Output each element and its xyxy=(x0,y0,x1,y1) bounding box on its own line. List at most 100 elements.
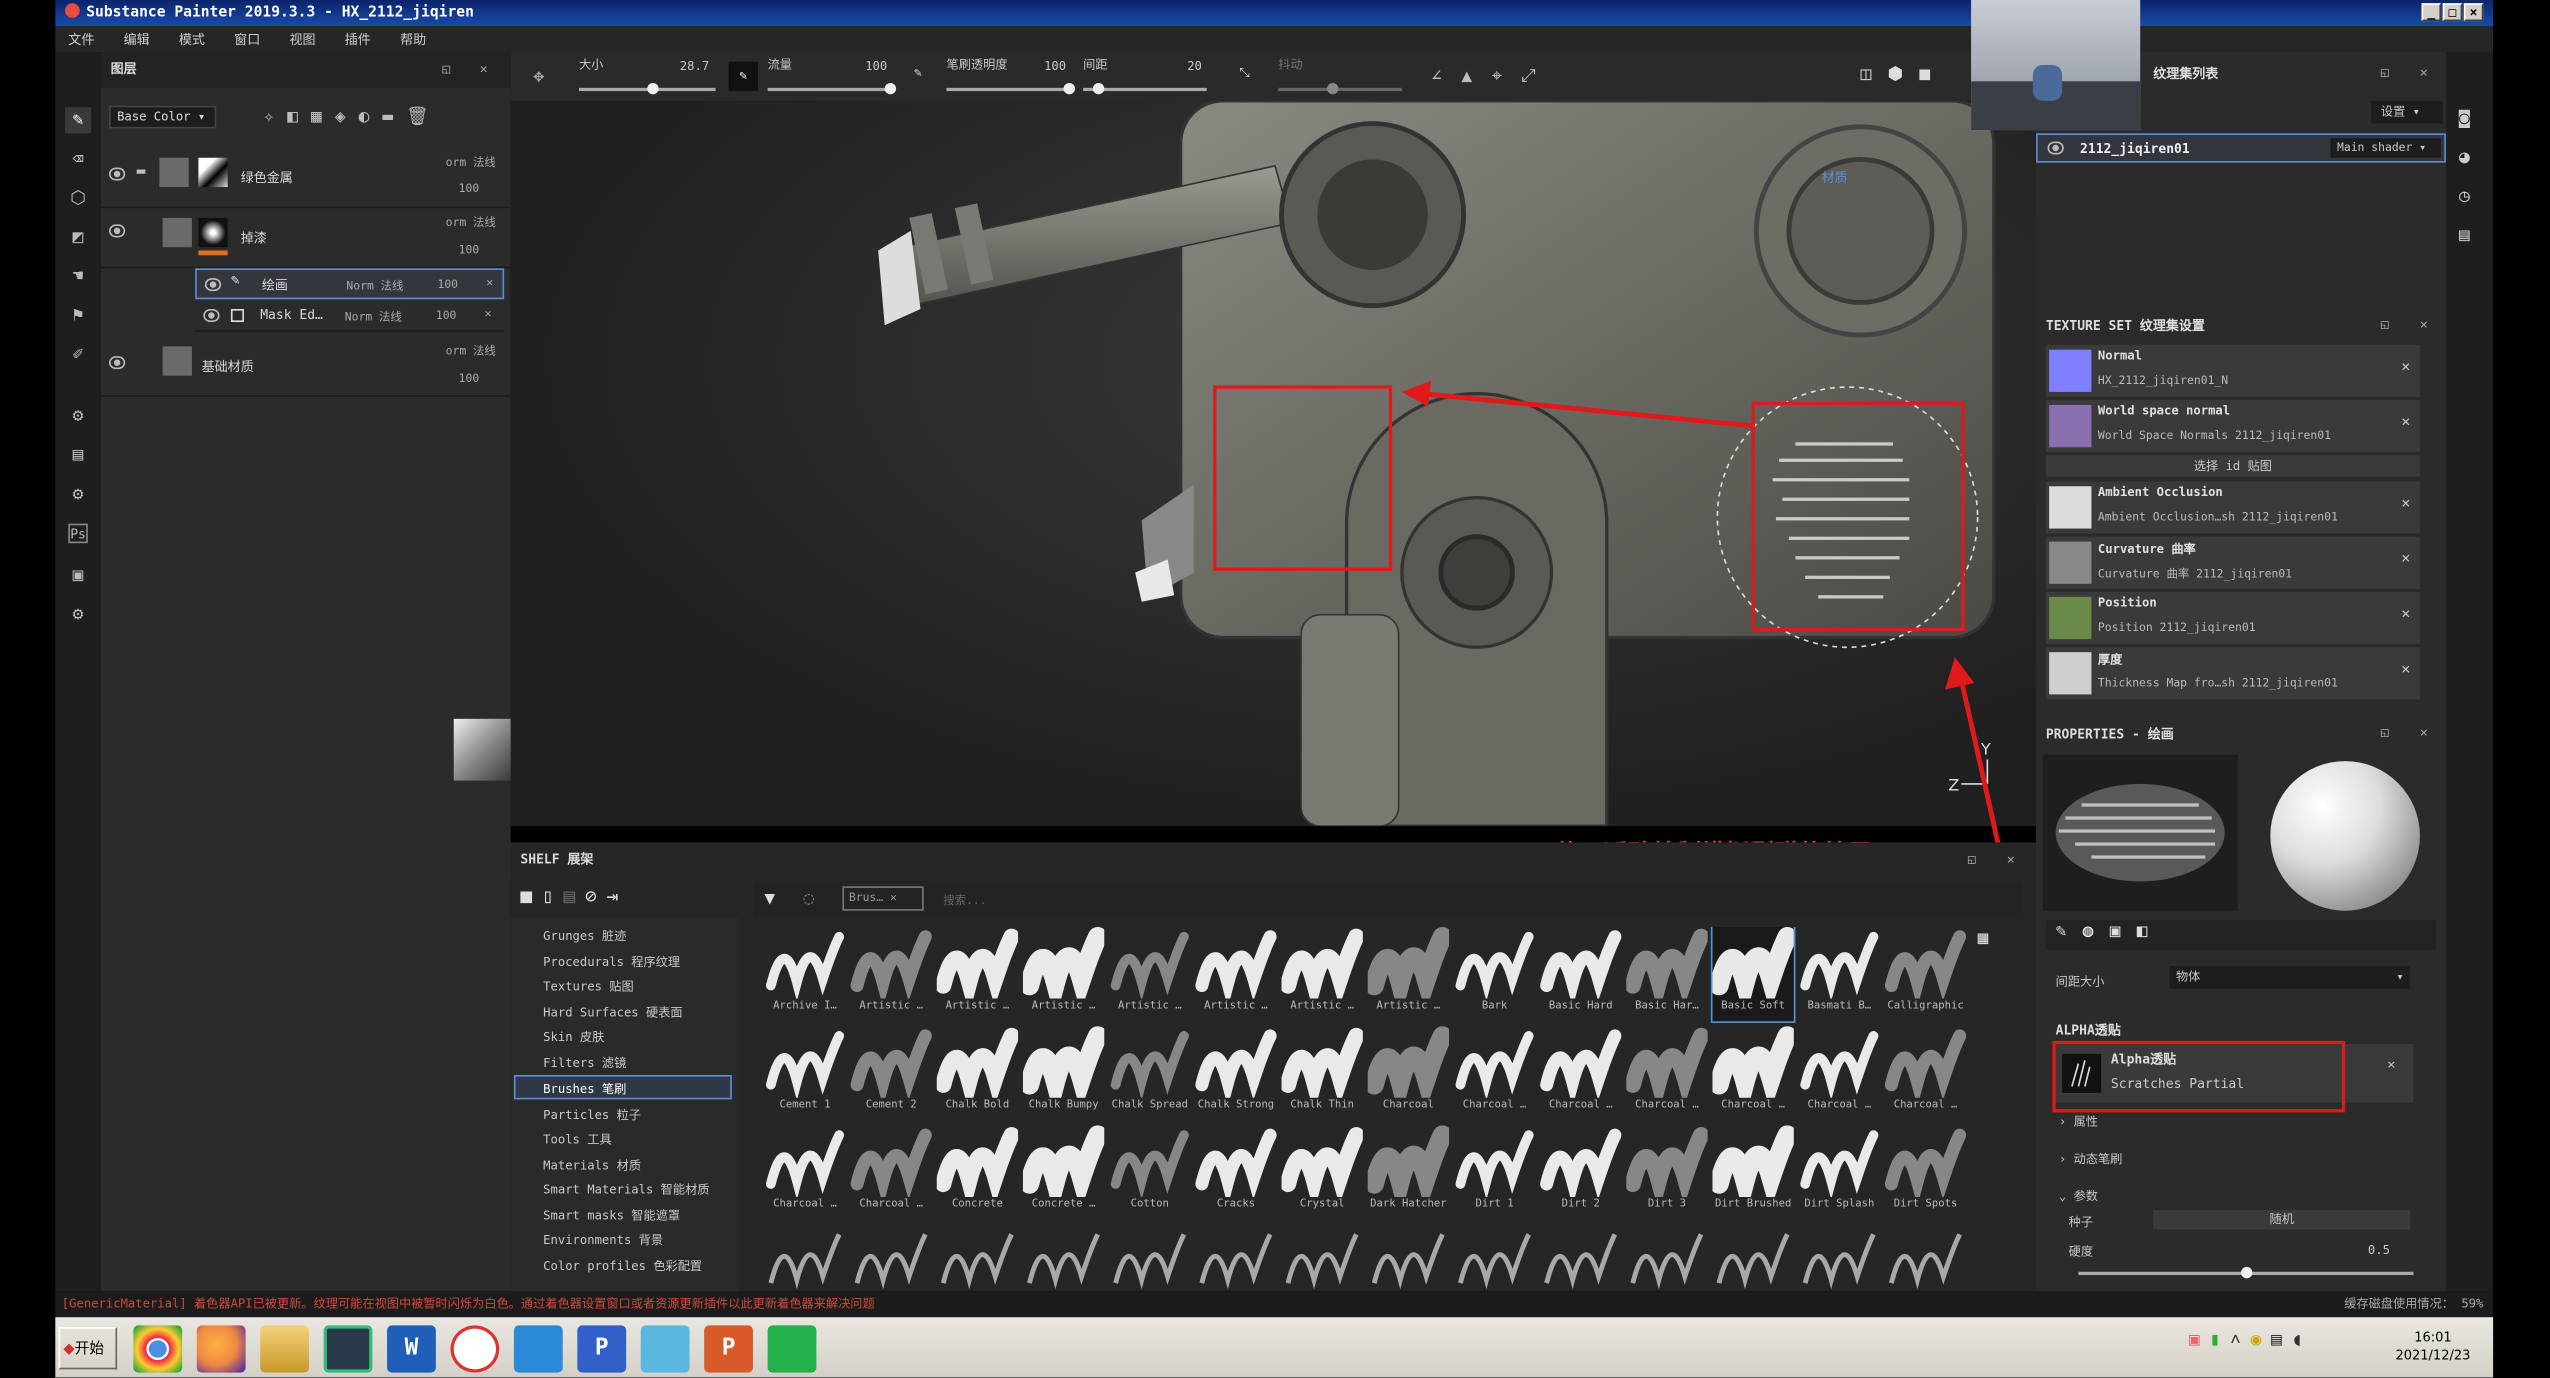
layer-row[interactable]: Mask Ed… Norm 法线 100 ✕ xyxy=(195,301,505,332)
brush-item[interactable]: Cracks xyxy=(1195,1125,1277,1219)
category-item[interactable]: Particles 粒子 xyxy=(543,1106,641,1124)
grid-view-icon[interactable]: ▦ xyxy=(1978,927,1989,948)
menu-view[interactable]: 视图 xyxy=(289,30,315,48)
id-map-button[interactable]: 选择 id 贴图 xyxy=(2045,455,2420,477)
flow-slider[interactable] xyxy=(767,82,897,95)
viewer-settings-icon[interactable]: ◙ xyxy=(2459,107,2470,128)
remove-channel-icon[interactable]: ✕ xyxy=(2401,607,2410,623)
brush-item[interactable]: Concrete xyxy=(936,1125,1019,1219)
close-panel-icon[interactable]: ✕ xyxy=(2007,842,2015,878)
brush-item[interactable]: Archive I… xyxy=(764,927,845,1021)
brush-item[interactable] xyxy=(1626,1225,1707,1292)
color-picker-tool-icon[interactable]: ✐ xyxy=(65,342,91,368)
tray-s-icon[interactable]: ▣ xyxy=(2189,1329,2210,1350)
substance-painter-icon[interactable] xyxy=(450,1325,500,1373)
menu-plugins[interactable]: 插件 xyxy=(345,30,371,48)
clone-tool-icon[interactable]: ⚑ xyxy=(65,302,91,328)
category-item[interactable]: Environments 背景 xyxy=(543,1231,663,1249)
brush-item[interactable]: Dirt Brushed xyxy=(1712,1125,1794,1219)
app-icon[interactable] xyxy=(323,1325,373,1373)
brush-item[interactable]: Charcoal … xyxy=(1799,1026,1880,1120)
float-panel-icon[interactable]: ◱ xyxy=(2381,65,2389,80)
camera-icon[interactable]: ■ xyxy=(1919,63,1946,84)
channel-select[interactable]: Base Color ▾ xyxy=(108,105,217,129)
plugin-icon[interactable]: ⚙ xyxy=(65,481,91,507)
category-item-selected[interactable]: Brushes 笔刷 xyxy=(543,1080,626,1098)
texture-channel-slot[interactable]: Curvature 曲率 Curvature 曲率 2112_jiqiren01 ✕ xyxy=(2045,536,2420,589)
brush-item[interactable]: Dirt 2 xyxy=(1540,1125,1622,1219)
paint-brush-tool-icon[interactable]: ✎ xyxy=(65,107,92,134)
brush-item[interactable]: Dirt 1 xyxy=(1454,1125,1535,1219)
display-settings-icon[interactable]: ◕ xyxy=(2459,146,2470,167)
tray-volume-icon[interactable]: ◖ xyxy=(2292,1329,2313,1350)
texture-channel-slot[interactable]: World space normal World Space Normals 21… xyxy=(2045,400,2420,453)
tray-battery-icon[interactable]: ▮ xyxy=(2210,1329,2231,1350)
sync-icon[interactable]: ⚙ xyxy=(65,602,91,628)
texture-channel-slot[interactable]: Normal HX_2112_jiqiren01_N ✕ xyxy=(2045,344,2420,397)
spacing-slider[interactable] xyxy=(1083,82,1207,95)
brush-item[interactable] xyxy=(1540,1225,1621,1292)
brush-item[interactable]: Artistic … xyxy=(1281,927,1363,1021)
symmetry-mirror-icon[interactable]: ▲ xyxy=(1461,65,1491,86)
float-panel-icon[interactable]: ◱ xyxy=(2381,725,2389,740)
brush-item[interactable] xyxy=(1109,1225,1190,1292)
lazy-mouse-icon[interactable]: ⤡ xyxy=(1239,65,1249,81)
tray-network-icon[interactable]: ▤ xyxy=(2271,1329,2292,1350)
powerpoint-icon[interactable]: P xyxy=(704,1325,753,1373)
settings-dropdown[interactable]: 设置 ▾ xyxy=(2371,100,2443,124)
visibility-eye-icon[interactable] xyxy=(203,308,220,323)
chrome-icon[interactable] xyxy=(133,1325,183,1373)
visibility-eye-icon[interactable] xyxy=(108,224,126,238)
shelf-search-input[interactable]: 搜索... xyxy=(943,893,986,909)
brush-item[interactable] xyxy=(1023,1225,1104,1292)
app2-icon[interactable] xyxy=(640,1325,690,1373)
layer-blend[interactable]: orm 法线 xyxy=(446,154,496,170)
shader-select[interactable]: Main shader ▾ xyxy=(2330,138,2442,158)
feishu-icon[interactable] xyxy=(513,1325,563,1373)
attributes-section[interactable]: › 属性 xyxy=(2059,1112,2098,1130)
bake-icon[interactable]: ▤ xyxy=(65,442,91,468)
remove-channel-icon[interactable]: ✕ xyxy=(2401,359,2410,375)
brush-item[interactable]: Dark Hatcher xyxy=(1367,1125,1450,1219)
maximize-button[interactable]: □ xyxy=(2442,3,2463,22)
folder-icon[interactable]: ■ xyxy=(520,885,542,908)
refresh-icon[interactable]: ◌ xyxy=(803,888,814,909)
category-item[interactable]: Color profiles 色彩配置 xyxy=(543,1257,702,1275)
material-tab-icon[interactable]: ◍ xyxy=(2083,920,2110,941)
brush-item[interactable]: Chalk Bold xyxy=(936,1026,1019,1120)
brush-item[interactable]: Charcoal … xyxy=(850,1125,932,1219)
brush-item[interactable]: Concrete … xyxy=(1022,1125,1105,1219)
float-panel-icon[interactable]: ◱ xyxy=(442,52,450,88)
wechat-icon[interactable] xyxy=(767,1325,817,1373)
brush-item[interactable]: Charcoal xyxy=(1367,1026,1450,1120)
tray-arrow-icon[interactable]: ˄ xyxy=(2230,1329,2251,1350)
layer-row[interactable]: 掉漆 orm 法线 100 xyxy=(100,208,511,269)
tray-shield-icon[interactable]: ◉ xyxy=(2251,1329,2272,1350)
texture-channel-slot[interactable]: Ambient Occlusion Ambient Occlusion…sh 21… xyxy=(2045,481,2420,534)
seed-field[interactable]: 随机 xyxy=(2153,1209,2411,1230)
remove-alpha-icon[interactable]: ✕ xyxy=(2387,1057,2395,1072)
add-paint-layer-icon[interactable]: ◈ xyxy=(335,106,359,127)
brush-item[interactable] xyxy=(1712,1225,1793,1292)
category-item[interactable]: Smart masks 智能遮罩 xyxy=(543,1207,680,1225)
hide-icon[interactable]: ⊘ xyxy=(585,885,607,908)
new-file-icon[interactable]: ▯ xyxy=(542,885,564,908)
category-item[interactable]: Filters 滤镜 xyxy=(543,1054,626,1072)
layer-blend[interactable]: orm 法线 xyxy=(446,215,496,231)
close-panel-icon[interactable]: ✕ xyxy=(2420,725,2428,740)
brush-item[interactable]: Artistic … xyxy=(850,927,932,1021)
brush-item[interactable]: Basmati B… xyxy=(1799,927,1880,1021)
brush-item[interactable]: Charcoal … xyxy=(1884,1026,1967,1120)
texture-channel-slot[interactable]: 厚度 Thickness Map fro…sh 2112_jiqiren01 ✕ xyxy=(2045,647,2420,700)
layer-opacity[interactable]: 100 xyxy=(437,278,458,291)
remove-effect-icon[interactable]: ✕ xyxy=(486,276,493,289)
projection-tool-icon[interactable]: ⬡ xyxy=(65,185,91,211)
brush-item[interactable]: Charcoal … xyxy=(1454,1026,1535,1120)
remove-channel-icon[interactable]: ✕ xyxy=(2401,496,2410,512)
brush-item[interactable]: Artistic … xyxy=(936,927,1019,1021)
minimize-button[interactable]: _ xyxy=(2421,3,2442,22)
dynamics-section[interactable]: › 动态笔刷 xyxy=(2059,1150,2122,1168)
flow-slider-knob[interactable] xyxy=(884,82,897,95)
brush-item[interactable] xyxy=(1368,1225,1449,1292)
brush-item[interactable] xyxy=(764,1225,845,1292)
